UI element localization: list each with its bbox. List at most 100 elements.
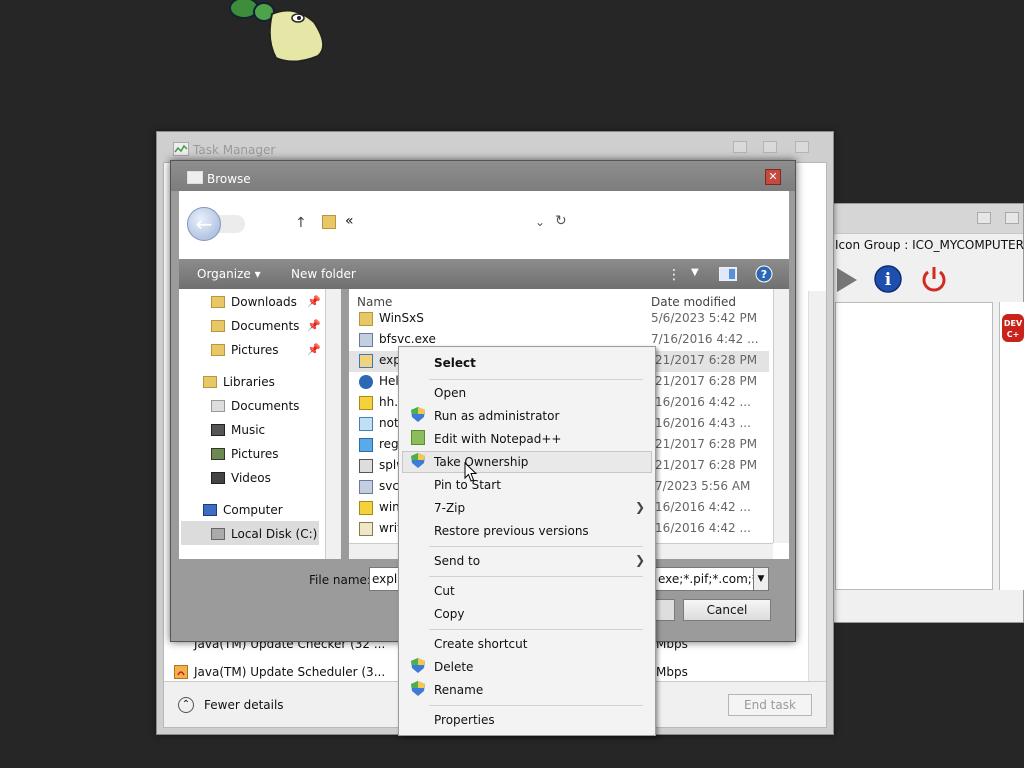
file-date: 7/16/2016 4:42 ... xyxy=(651,332,759,346)
menu-item-rename[interactable]: Rename xyxy=(434,683,483,697)
menu-item-copy[interactable]: Copy xyxy=(434,607,464,621)
view-options-icon[interactable]: ⋮ xyxy=(667,267,681,283)
chevron-down-icon[interactable]: ▼ xyxy=(753,567,769,591)
file-date: /16/2016 4:42 ... xyxy=(651,521,751,535)
nav-item-lib-documents[interactable]: Documents xyxy=(211,399,299,413)
menu-item-open[interactable]: Open xyxy=(434,386,466,400)
svg-text:i: i xyxy=(885,270,892,290)
nav-item-lib-pictures[interactable]: Pictures xyxy=(211,447,279,461)
file-date: /21/2017 6:28 PM xyxy=(651,458,758,472)
file-name-label: File name: xyxy=(309,573,371,587)
nav-label: Pictures xyxy=(231,447,279,461)
help-icon[interactable]: ? xyxy=(755,265,773,283)
menu-item-edit-notepadpp[interactable]: Edit with Notepad++ xyxy=(434,432,561,446)
menu-item-create-shortcut[interactable]: Create shortcut xyxy=(434,637,527,651)
file-date: /21/2017 6:28 PM xyxy=(651,353,758,367)
command-bar: Organize ▾ New folder ⋮ ▼ ? xyxy=(179,259,789,289)
svg-text:DEV: DEV xyxy=(1004,319,1023,328)
folder-icon xyxy=(211,296,225,308)
organize-button[interactable]: Organize ▾ xyxy=(197,267,261,281)
process-scrollbar[interactable] xyxy=(808,291,826,711)
computer-icon xyxy=(203,504,217,516)
menu-item-send-to[interactable]: Send to xyxy=(434,554,480,568)
back-button[interactable]: ← xyxy=(187,207,221,241)
file-row[interactable]: WinSxS 5/6/2023 5:42 PM xyxy=(349,309,769,330)
file-list-vscrollbar[interactable] xyxy=(773,289,789,543)
minimize-button[interactable] xyxy=(733,141,747,153)
devcpp-icon: DEV C+ xyxy=(1002,314,1024,342)
mouse-cursor-icon xyxy=(464,462,478,482)
new-folder-button[interactable]: New folder xyxy=(291,267,356,281)
chevron-down-icon[interactable]: ▼ xyxy=(691,267,699,278)
close-button[interactable]: ✕ xyxy=(765,169,781,185)
nav-item-libraries[interactable]: Libraries xyxy=(203,375,275,389)
process-row[interactable]: Java(TM) Update Scheduler (3... xyxy=(194,665,385,679)
menu-item-take-ownership[interactable]: Take Ownership xyxy=(434,455,528,469)
maximize-button[interactable] xyxy=(1005,212,1019,224)
pin-icon[interactable]: 📌 xyxy=(307,343,321,356)
cancel-button[interactable]: Cancel xyxy=(683,599,771,621)
icon-group-label: Icon Group : ICO_MYCOMPUTER xyxy=(835,238,1024,252)
column-header-name[interactable]: Name xyxy=(357,295,392,309)
nav-item-pictures[interactable]: Pictures xyxy=(211,343,279,357)
menu-item-cut[interactable]: Cut xyxy=(434,584,455,598)
nav-item-computer[interactable]: Computer xyxy=(203,503,283,517)
nav-label: Pictures xyxy=(231,343,279,357)
uac-shield-icon xyxy=(411,681,425,696)
breadcrumb[interactable]: « xyxy=(345,213,354,229)
menu-item-delete[interactable]: Delete xyxy=(434,660,473,674)
close-button[interactable] xyxy=(795,141,809,153)
desktop-mascot-icon xyxy=(229,0,325,63)
nav-label: Documents xyxy=(231,399,300,413)
open-button[interactable] xyxy=(655,599,675,621)
nav-item-downloads[interactable]: Downloads xyxy=(211,295,297,309)
pin-icon[interactable]: 📌 xyxy=(307,295,321,308)
play-icon[interactable] xyxy=(831,266,859,294)
file-date: /21/2017 6:28 PM xyxy=(651,437,758,451)
resource-editor-window: Icon Group : ICO_MYCOMPUTER i DEV C+ xyxy=(826,203,1024,623)
nav-item-videos[interactable]: Videos xyxy=(211,471,271,485)
resource-canvas xyxy=(835,302,993,590)
notepad-plus-plus-icon xyxy=(411,430,425,445)
file-name: WinSxS xyxy=(379,311,424,325)
file-type-filter[interactable]: exe;*.pif;*.com;*.b xyxy=(653,567,767,591)
task-manager-title: Task Manager xyxy=(193,143,276,157)
exe-icon xyxy=(359,480,373,494)
fewer-details-link[interactable]: Fewer details xyxy=(204,698,284,712)
preview-pane-icon[interactable] xyxy=(719,267,737,281)
nav-label: Local Disk (C:) xyxy=(231,527,318,541)
pin-icon[interactable]: 📌 xyxy=(307,319,321,332)
menu-item-select[interactable]: Select xyxy=(434,356,476,370)
end-task-button[interactable]: End task xyxy=(728,694,812,716)
menu-item-properties[interactable]: Properties xyxy=(434,713,495,727)
uac-shield-icon xyxy=(411,658,425,673)
chevron-down-icon[interactable]: ⌄ xyxy=(535,215,545,229)
power-icon[interactable] xyxy=(919,264,949,294)
up-arrow-icon[interactable]: ↑ xyxy=(295,215,307,231)
address-bar: ← ↑ « ⌄ ↻ xyxy=(179,191,789,259)
folder-icon xyxy=(211,320,225,332)
nav-item-local-disk[interactable]: Local Disk (C:) xyxy=(211,527,317,541)
process-name: Java(TM) Update Scheduler (3... xyxy=(194,665,386,679)
nav-scrollbar[interactable] xyxy=(325,289,341,559)
menu-item-run-admin[interactable]: Run as administrator xyxy=(434,409,559,423)
chevron-right-icon: ❯ xyxy=(635,500,646,514)
minimize-button[interactable] xyxy=(977,212,991,224)
menu-item-7zip[interactable]: 7-Zip xyxy=(434,501,465,515)
menu-separator xyxy=(429,546,643,547)
column-header-date[interactable]: Date modified xyxy=(651,295,736,309)
pictures-icon xyxy=(211,448,225,460)
refresh-icon[interactable]: ↻ xyxy=(555,213,567,229)
info-icon[interactable]: i xyxy=(873,264,903,294)
maximize-button[interactable] xyxy=(763,141,777,153)
nav-item-documents[interactable]: Documents xyxy=(211,319,299,333)
nav-item-music[interactable]: Music xyxy=(211,423,265,437)
chevron-up-icon[interactable]: ⌃ xyxy=(178,697,194,713)
svg-text:?: ? xyxy=(761,268,767,281)
exe-icon xyxy=(359,333,373,347)
menu-item-restore[interactable]: Restore previous versions xyxy=(434,524,589,538)
task-manager-icon xyxy=(173,142,189,156)
chevron-right-icon: ❯ xyxy=(635,553,646,567)
menu-separator xyxy=(429,629,643,630)
folder-icon xyxy=(359,312,373,326)
